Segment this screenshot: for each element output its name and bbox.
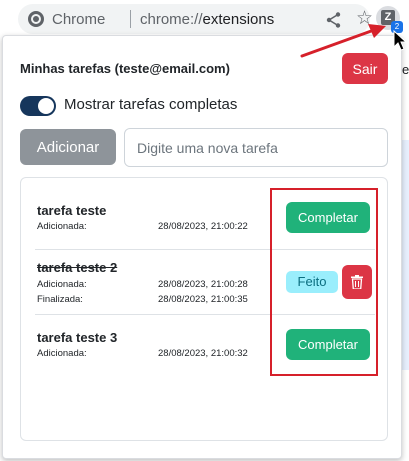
task-name: tarefa teste [37,203,107,218]
extension-button[interactable]: Z 2 [376,6,403,33]
task-added-label: Adicionada: [37,348,87,359]
task-name: tarefa teste 3 [37,330,118,345]
url-path: extensions [202,11,275,28]
task-added-label: Adicionada: [37,279,87,290]
delete-task-button[interactable] [342,265,372,299]
task-added-date: 28/08/2023, 21:00:32 [158,348,248,359]
complete-task-button[interactable]: Completar [286,202,370,233]
bookmark-star-icon[interactable]: ☆ [356,9,373,29]
show-completed-label: Mostrar tarefas completas [64,96,238,113]
task-added-label: Adicionada: [37,221,87,232]
page-background-text: e [402,62,409,77]
user-title: Minhas tarefas (teste@email.com) [20,61,230,76]
task-list: tarefa teste Adicionada: 28/08/2023, 21:… [20,177,388,441]
logout-button[interactable]: Sair [342,53,388,84]
task-finished-label: Finalizada: [37,294,83,305]
task-row: tarefa teste 2 Adicionada: 28/08/2023, 2… [21,250,387,314]
task-added-date: 28/08/2023, 21:00:22 [158,221,248,232]
task-name: tarefa teste 2 [37,260,118,275]
task-added-date: 28/08/2023, 21:00:28 [158,279,248,290]
omnibox-app-name: Chrome [52,11,106,28]
task-row: tarefa teste Adicionada: 28/08/2023, 21:… [21,178,387,242]
browser-toolbar: Chrome chrome://extensions ☆ Z 2 [0,0,409,38]
extension-popup: Minhas tarefas (teste@email.com) Sair Mo… [2,35,402,459]
task-finished-date: 28/08/2023, 21:00:35 [158,294,248,305]
share-icon[interactable] [325,11,343,29]
url-scheme: chrome:// [140,11,203,28]
omnibox-separator [130,10,131,28]
add-task-button[interactable]: Adicionar [20,129,116,165]
omnibox[interactable]: Chrome chrome://extensions ☆ [18,4,373,34]
mouse-cursor-icon [393,30,407,51]
chrome-logo-icon [28,11,44,27]
toggle-knob [38,98,54,114]
omnibox-url[interactable]: chrome://extensions [140,11,274,28]
complete-task-button[interactable]: Completar [286,329,370,360]
trash-icon [351,275,363,289]
task-done-badge: Feito [286,271,338,293]
task-row: tarefa teste 3 Adicionada: 28/08/2023, 2… [21,315,387,379]
show-completed-toggle[interactable] [20,96,56,116]
new-task-input[interactable] [124,128,388,167]
